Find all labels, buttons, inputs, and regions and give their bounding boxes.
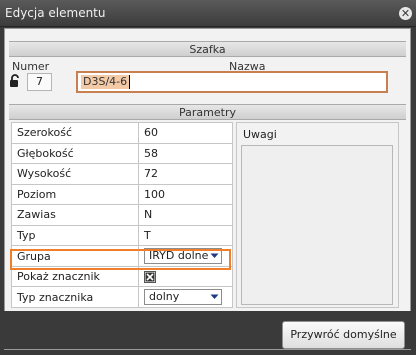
number-label: Numer: [12, 60, 50, 73]
notes-label: Uwagi: [243, 128, 277, 141]
param-label: Grupa: [11, 245, 139, 267]
param-label: Typ: [11, 224, 139, 247]
lock-icon[interactable]: [9, 74, 21, 88]
table-row: Typ T: [11, 224, 233, 247]
name-value: D3S/4-6: [81, 75, 130, 89]
name-input[interactable]: D3S/4-6: [76, 71, 388, 93]
table-row-group: Grupa IRYD dolne: [11, 245, 233, 267]
text-caret: [129, 75, 130, 89]
param-label: Poziom: [11, 183, 139, 206]
check-x-icon: [145, 272, 155, 282]
chevron-down-icon: [210, 294, 219, 300]
table-row: Typ znacznika dolny: [11, 286, 233, 308]
param-label: Wysokość: [11, 163, 139, 185]
show-marker-checkbox[interactable]: [144, 271, 156, 284]
notes-panel: Uwagi: [236, 122, 399, 308]
param-value: IRYD dolne: [138, 245, 233, 267]
param-label: Głębokość: [11, 142, 139, 165]
param-value[interactable]: 58: [138, 142, 233, 165]
param-value: dolny: [138, 286, 233, 308]
params-section-header: Parametry: [9, 104, 406, 120]
notes-textarea[interactable]: [241, 145, 393, 305]
number-field[interactable]: 7: [27, 73, 52, 91]
chevron-down-icon: [210, 253, 219, 259]
dialog-title: Edycja elementu: [5, 6, 106, 20]
param-label: Szerokość: [11, 122, 139, 144]
param-label: Typ znacznika: [11, 286, 139, 308]
table-row: Głębokość 58: [11, 142, 233, 165]
param-value[interactable]: 60: [138, 122, 233, 144]
group-select[interactable]: IRYD dolne: [144, 248, 222, 265]
table-row: Szerokość 60: [11, 122, 233, 144]
table-row: Poziom 100: [11, 183, 233, 206]
table-row: Zawias N: [11, 204, 233, 226]
title-bar[interactable]: Edycja elementu ✕: [0, 0, 416, 27]
group-select-value: IRYD dolne: [149, 249, 209, 263]
cabinet-section-header: Szafka: [9, 41, 406, 57]
param-value[interactable]: T: [138, 224, 233, 247]
param-label: Zawias: [11, 204, 139, 226]
param-value: [138, 265, 233, 288]
param-label: Pokaż znacznik: [11, 265, 139, 288]
marker-type-select[interactable]: dolny: [144, 289, 222, 306]
param-value[interactable]: 100: [138, 183, 233, 206]
dialog-window: Edycja elementu ✕ Szafka Numer Nazwa 7 D…: [0, 0, 416, 355]
close-icon[interactable]: ✕: [399, 7, 412, 20]
param-value[interactable]: N: [138, 204, 233, 226]
params-table: Szerokość 60 Głębokość 58 Wysokość 72 Po…: [11, 122, 233, 308]
param-value[interactable]: 72: [138, 163, 233, 185]
table-row: Wysokość 72: [11, 163, 233, 185]
table-row: Pokaż znacznik: [11, 265, 233, 288]
marker-type-value: dolny: [149, 290, 180, 304]
reset-defaults-button[interactable]: Przywróć domyślne: [282, 321, 405, 349]
